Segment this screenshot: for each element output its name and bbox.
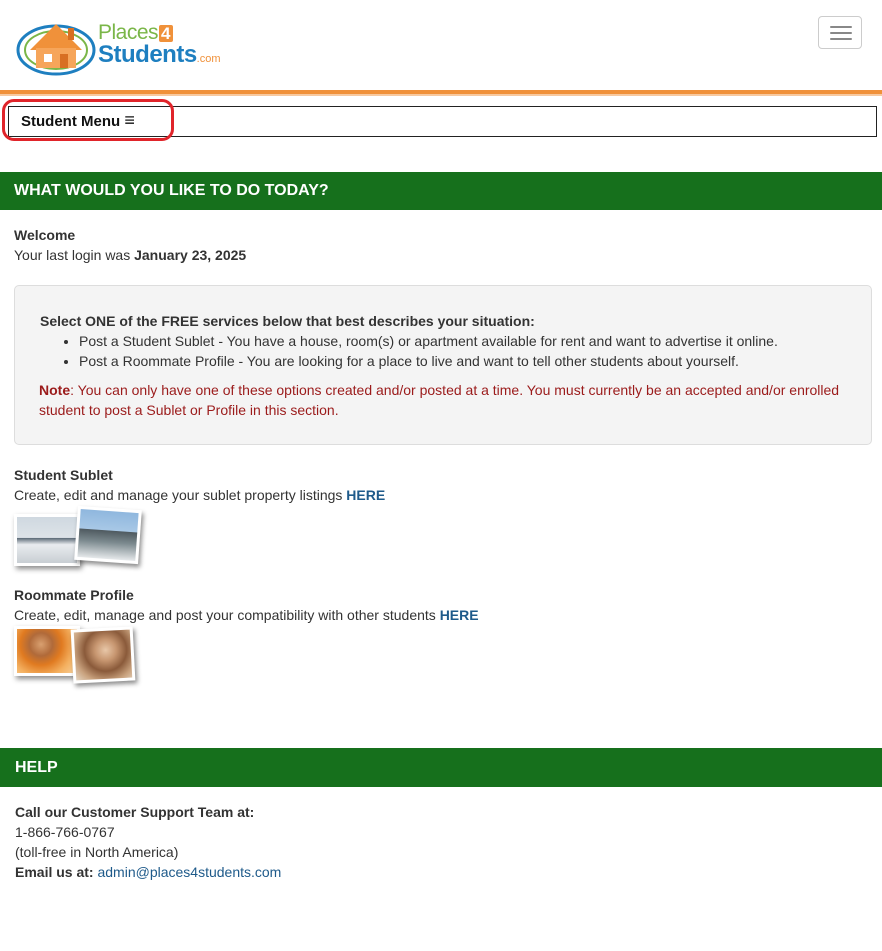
logo-com-text: .com: [196, 53, 221, 65]
last-login-line: Your last login was January 23, 2025: [14, 245, 246, 265]
hamburger-menu-icon: [830, 26, 852, 28]
note-label: Note: [39, 382, 71, 398]
support-email-line: Email us at: admin@places4students.com: [15, 862, 281, 882]
student-menu-button[interactable]: Student Menu ≡: [21, 111, 135, 131]
services-heading: Select ONE of the FREE services below th…: [40, 313, 535, 329]
logo-students-text: Students: [98, 41, 197, 68]
hamburger-menu-button[interactable]: [818, 16, 862, 49]
support-email-label: Email us at:: [15, 864, 94, 880]
support-phone-note: (toll-free in North America): [15, 844, 179, 860]
house-logo-icon: [16, 24, 96, 76]
roommate-here-link[interactable]: HERE: [440, 607, 479, 623]
section-header-today: WHAT WOULD YOU LIKE TO DO TODAY?: [0, 172, 882, 210]
sublet-here-link[interactable]: HERE: [346, 487, 385, 503]
last-login-prefix: Your last login was: [14, 247, 135, 263]
service-item-sublet: Post a Student Sublet - You have a house…: [79, 331, 859, 351]
student-menu-label: Student Menu: [21, 113, 121, 130]
note-text: Note: You can only have one of these opt…: [39, 380, 859, 420]
services-list: Post a Student Sublet - You have a house…: [39, 331, 859, 371]
roommate-description: Create, edit, manage and post your compa…: [14, 605, 479, 625]
roommate-heading: Roommate Profile: [14, 587, 134, 603]
sublet-description: Create, edit and manage your sublet prop…: [14, 485, 385, 505]
sublet-heading: Student Sublet: [14, 467, 113, 483]
roommate-photo-2[interactable]: [70, 626, 136, 684]
sublet-text: Create, edit and manage your sublet prop…: [14, 487, 347, 503]
places4students-logo[interactable]: Places 4 Students.com: [16, 14, 236, 78]
support-call-label: Call our Customer Support Team at:: [15, 804, 255, 820]
house-photo-1[interactable]: [14, 514, 80, 566]
service-item-roommate: Post a Roommate Profile - You are lookin…: [79, 351, 859, 371]
note-body: : You can only have one of these options…: [39, 382, 840, 418]
support-phone: 1-866-766-0767: [15, 824, 115, 840]
student-menu-bar: [8, 106, 877, 137]
services-info-box: Select ONE of the FREE services below th…: [14, 285, 872, 445]
logo-four-text: 4: [159, 24, 173, 43]
menu-list-icon: ≡: [124, 110, 135, 130]
site-header: Places 4 Students.com: [0, 0, 882, 94]
house-photo-2[interactable]: [74, 505, 142, 565]
welcome-heading: Welcome: [14, 227, 76, 243]
support-email-link[interactable]: admin@places4students.com: [97, 864, 281, 880]
last-login-date: January 23, 2025: [134, 247, 247, 263]
roommate-text: Create, edit, manage and post your compa…: [14, 607, 440, 623]
section-header-help: HELP: [0, 748, 882, 787]
